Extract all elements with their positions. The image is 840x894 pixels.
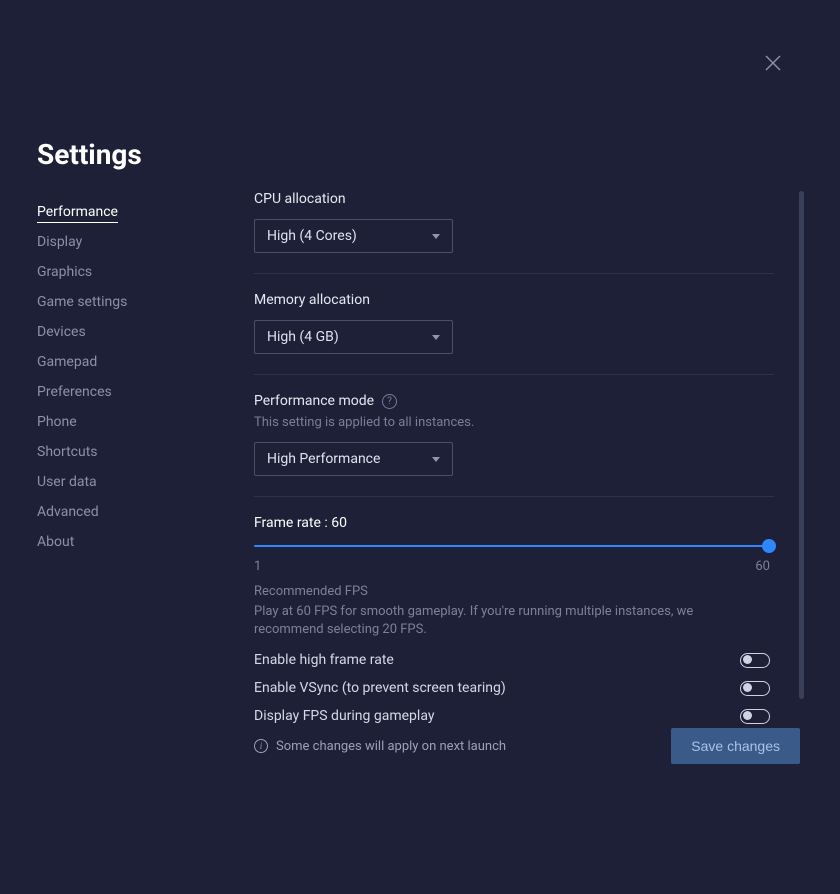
toggle-high-frame-rate-row: Enable high frame rate [254, 652, 770, 668]
memory-label: Memory allocation [254, 292, 794, 308]
close-icon [765, 55, 781, 71]
performance-mode-sub: This setting is applied to all instances… [254, 415, 794, 430]
sidebar-item-graphics[interactable]: Graphics [37, 257, 207, 287]
chevron-down-icon [432, 234, 440, 239]
toggle-display-fps[interactable] [740, 709, 770, 724]
sidebar-item-display[interactable]: Display [37, 227, 207, 257]
help-icon[interactable]: ? [382, 394, 397, 409]
footer: i Some changes will apply on next launch… [254, 728, 800, 764]
page-title: Settings [37, 138, 142, 171]
sidebar-item-label: Game settings [37, 294, 127, 310]
sidebar-item-preferences[interactable]: Preferences [37, 377, 207, 407]
slider-track [254, 545, 770, 547]
close-button[interactable] [765, 55, 785, 75]
toggle-high-frame-rate-label: Enable high frame rate [254, 652, 394, 668]
sidebar-item-advanced[interactable]: Advanced [37, 497, 207, 527]
save-changes-button[interactable]: Save changes [671, 728, 800, 764]
frame-rate-slider[interactable] [254, 539, 770, 555]
toggle-knob [743, 683, 752, 692]
divider [254, 496, 774, 497]
sidebar: Performance Display Graphics Game settin… [37, 197, 207, 557]
performance-mode-label: Performance mode ? [254, 393, 794, 409]
performance-mode-label-text: Performance mode [254, 393, 374, 409]
sidebar-item-about[interactable]: About [37, 527, 207, 557]
sidebar-item-performance[interactable]: Performance [37, 197, 207, 227]
cpu-label: CPU allocation [254, 191, 794, 207]
scrollbar[interactable] [799, 191, 804, 699]
sidebar-item-gamepad[interactable]: Gamepad [37, 347, 207, 377]
toggle-vsync-label: Enable VSync (to prevent screen tearing) [254, 680, 506, 696]
memory-section: Memory allocation High (4 GB) [254, 292, 794, 354]
launch-note-text: Some changes will apply on next launch [276, 739, 506, 754]
sidebar-item-label: User data [37, 474, 97, 490]
memory-value: High (4 GB) [267, 329, 339, 345]
performance-mode-section: Performance mode ? This setting is appli… [254, 393, 794, 476]
divider [254, 273, 774, 274]
cpu-section: CPU allocation High (4 Cores) [254, 191, 794, 253]
sidebar-item-label: Display [37, 234, 82, 250]
toggle-display-fps-row: Display FPS during gameplay [254, 708, 770, 724]
sidebar-item-label: Graphics [37, 264, 92, 280]
toggle-display-fps-label: Display FPS during gameplay [254, 708, 434, 724]
sidebar-item-devices[interactable]: Devices [37, 317, 207, 347]
sidebar-item-shortcuts[interactable]: Shortcuts [37, 437, 207, 467]
sidebar-item-label: Phone [37, 414, 77, 430]
performance-mode-select[interactable]: High Performance [254, 442, 453, 476]
sidebar-item-label: Devices [37, 324, 86, 340]
toggle-knob [743, 655, 752, 664]
performance-mode-value: High Performance [267, 451, 380, 467]
slider-min: 1 [254, 559, 261, 574]
chevron-down-icon [432, 335, 440, 340]
sidebar-item-label: Preferences [37, 384, 112, 400]
chevron-down-icon [432, 457, 440, 462]
slider-thumb[interactable] [762, 539, 776, 553]
sidebar-item-phone[interactable]: Phone [37, 407, 207, 437]
frame-rate-label: Frame rate : 60 [254, 515, 794, 531]
toggle-high-frame-rate[interactable] [740, 653, 770, 668]
sidebar-item-label: Gamepad [37, 354, 97, 370]
recommended-fps-title: Recommended FPS [254, 584, 794, 599]
cpu-select[interactable]: High (4 Cores) [254, 219, 453, 253]
sidebar-item-label: Shortcuts [37, 444, 98, 460]
sidebar-item-game-settings[interactable]: Game settings [37, 287, 207, 317]
toggle-vsync-row: Enable VSync (to prevent screen tearing) [254, 680, 770, 696]
slider-max: 60 [755, 559, 770, 574]
slider-range: 1 60 [254, 559, 770, 574]
cpu-value: High (4 Cores) [267, 228, 357, 244]
divider [254, 374, 774, 375]
toggle-vsync[interactable] [740, 681, 770, 696]
sidebar-item-label: About [37, 534, 74, 550]
sidebar-item-label: Advanced [37, 504, 99, 520]
recommended-fps-body: Play at 60 FPS for smooth gameplay. If y… [254, 603, 764, 638]
frame-rate-section: Frame rate : 60 1 60 Recommended FPS Pla… [254, 515, 794, 724]
info-icon: i [254, 739, 268, 753]
toggle-knob [743, 711, 752, 720]
sidebar-item-user-data[interactable]: User data [37, 467, 207, 497]
sidebar-item-label: Performance [37, 204, 118, 223]
launch-note: i Some changes will apply on next launch [254, 739, 506, 754]
content-panel: CPU allocation High (4 Cores) Memory all… [254, 191, 794, 744]
memory-select[interactable]: High (4 GB) [254, 320, 453, 354]
